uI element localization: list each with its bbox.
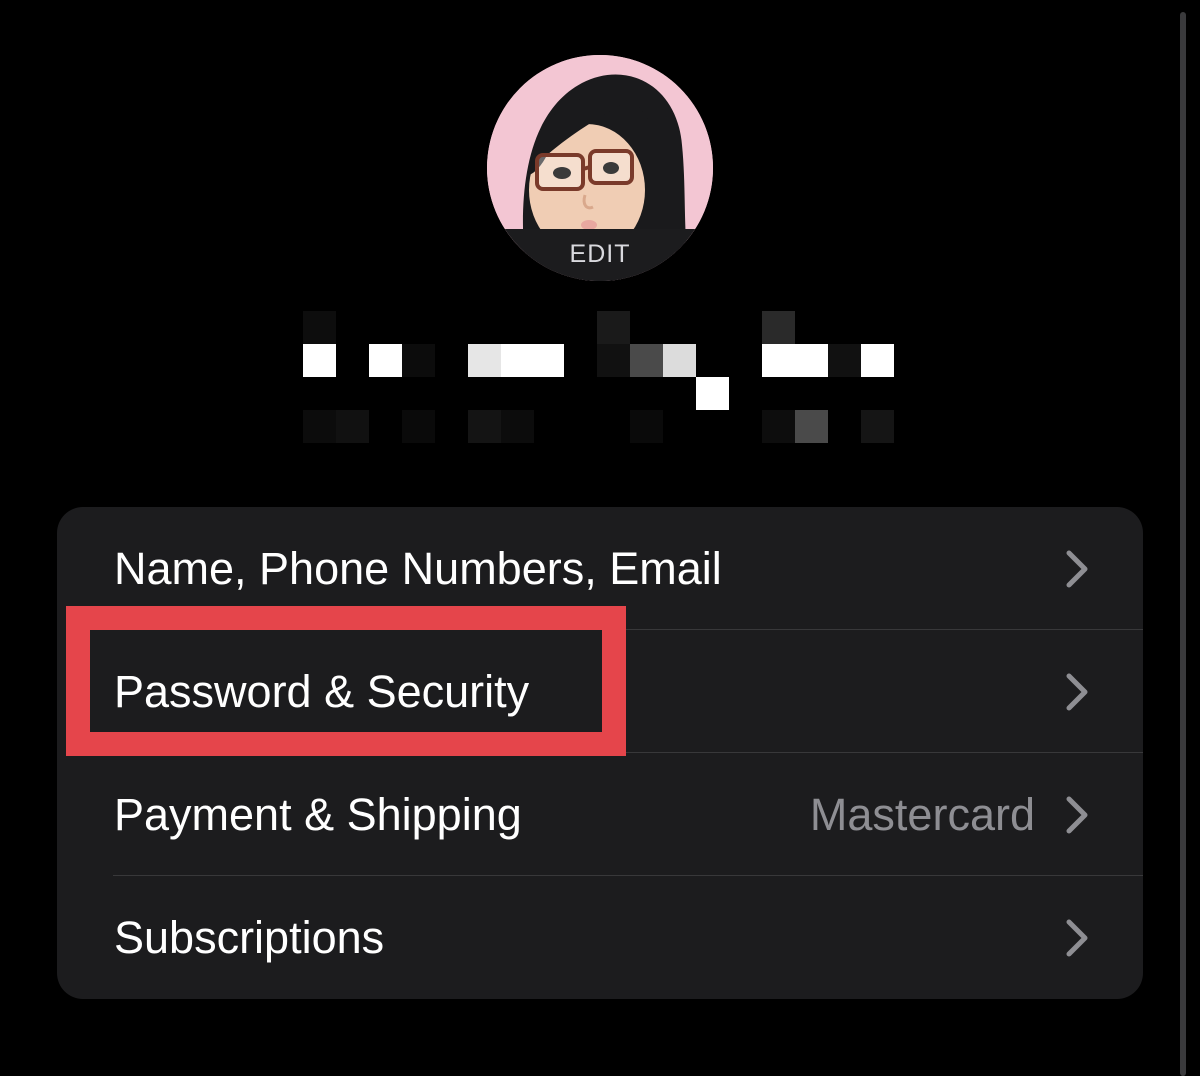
row-password-security[interactable]: Password & Security [57, 630, 1143, 753]
row-subscriptions[interactable]: Subscriptions [57, 876, 1143, 999]
avatar-edit-button[interactable]: EDIT [487, 229, 713, 281]
row-label: Subscriptions [114, 912, 385, 963]
row-label: Name, Phone Numbers, Email [114, 543, 722, 594]
chevron-right-icon [1066, 673, 1088, 711]
scrollbar[interactable] [1180, 12, 1186, 1076]
row-name-phone-email[interactable]: Name, Phone Numbers, Email [57, 507, 1143, 630]
avatar[interactable]: EDIT [487, 55, 713, 281]
row-label: Payment & Shipping [114, 789, 522, 840]
chevron-right-icon [1066, 550, 1088, 588]
row-label: Password & Security [114, 666, 530, 717]
row-value-payment-method: Mastercard [809, 789, 1035, 840]
redacted-profile-name [300, 308, 900, 448]
account-settings-group: Name, Phone Numbers, Email Password & Se… [57, 507, 1143, 999]
chevron-right-icon [1066, 919, 1088, 957]
row-payment-shipping[interactable]: Payment & Shipping Mastercard [57, 753, 1143, 876]
apple-id-screen: EDIT Name, Phone Numbers, Email Password… [0, 0, 1200, 1076]
chevron-right-icon [1066, 796, 1088, 834]
avatar-edit-label: EDIT [569, 240, 631, 268]
